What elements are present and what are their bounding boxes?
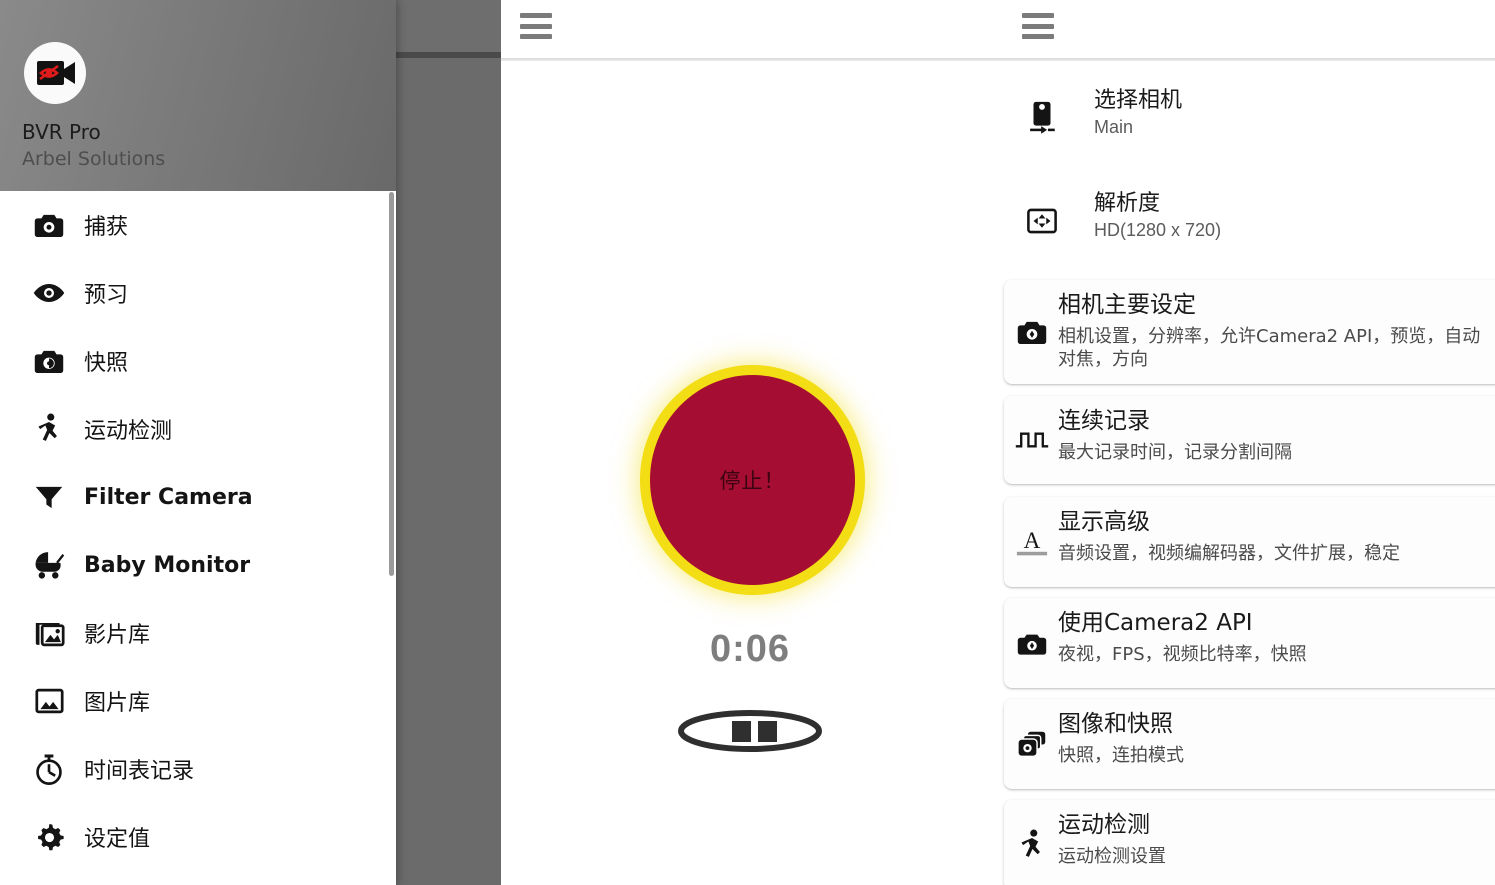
sidebar-item-filter-camera[interactable]: Filter Camera	[0, 463, 396, 531]
running-person-icon	[1014, 825, 1050, 865]
video-camera-no-eye-icon	[24, 42, 86, 104]
sidebar-item-motion-detection[interactable]: 运动检测	[0, 395, 396, 463]
record-pane: 停止！ 0:06	[500, 0, 1000, 885]
settings-pane: 选择相机 Main 解析度 HD(1280 x 720) 相机主要设定 相机设置…	[1000, 0, 1495, 885]
card-subtitle: 音频设置，视频编解码器，文件扩展，稳定	[1058, 543, 1400, 564]
settings-card-continuous-record[interactable]: 连续记录 最大记录时间，记录分割间隔	[1004, 396, 1495, 484]
settings-card-camera2-api[interactable]: 使用Camera2 API 夜视，FPS，视频比特率，快照	[1004, 598, 1495, 688]
card-title: 运动检测	[1058, 812, 1150, 838]
setting-value: HD(1280 x 720)	[1094, 220, 1222, 240]
stop-record-label: 停止！	[719, 469, 786, 493]
sidebar-item-label: 设定值	[84, 827, 151, 852]
drawer-menu-list: 捕获 预习 快照 运动检测 Filter Camera Baby Monitor…	[0, 191, 396, 871]
card-subtitle: 快照，连拍模式	[1058, 745, 1184, 766]
sidebar-item-label: Baby Monitor	[84, 552, 251, 578]
drawer-scrim-divider	[395, 52, 501, 58]
card-title: 显示高级	[1058, 509, 1150, 535]
camera-icon	[30, 206, 68, 244]
app-screen: 停止！ 0:06 选择相机 Main 解析度 HD(1280 x 720) 相机…	[0, 0, 1495, 885]
sidebar-item-label: 时间表记录	[84, 759, 195, 784]
card-subtitle: 夜视，FPS，视频比特率，快照	[1058, 644, 1307, 665]
resolution-icon	[1022, 199, 1062, 243]
sidebar-item-timetable-record[interactable]: 时间表记录	[0, 735, 396, 803]
card-title: 图像和快照	[1058, 711, 1173, 737]
settings-card-motion-detection[interactable]: 运动检测 运动检测设置	[1004, 800, 1495, 885]
setting-title: 解析度	[1094, 191, 1161, 216]
eye-icon	[30, 274, 68, 312]
record-area: 停止！ 0:06	[500, 0, 1000, 885]
select-camera-icon	[1022, 96, 1062, 140]
sidebar-item-label: 捕获	[84, 215, 129, 240]
card-title: 相机主要设定	[1058, 292, 1196, 318]
drawer-scrim-toolbar	[395, 0, 501, 52]
toolbar-divider	[1000, 58, 1495, 61]
sidebar-item-baby-monitor[interactable]: Baby Monitor	[0, 531, 396, 599]
sidebar-item-label: 快照	[84, 351, 129, 376]
sidebar-item-preview[interactable]: 预习	[0, 259, 396, 327]
stroller-icon	[30, 546, 68, 584]
sidebar-item-settings[interactable]: 设定值	[0, 803, 396, 871]
camera-settings-icon	[1014, 312, 1050, 352]
sidebar-item-photo-library[interactable]: 图片库	[0, 667, 396, 735]
svg-text:A: A	[1024, 527, 1041, 553]
card-subtitle: 相机设置，分辨率，允许Camera2 API，预览，自动对焦，方向	[1058, 326, 1481, 371]
navigation-drawer: BVR Pro Arbel Solutions 捕获 预习 快照 运动检测 Fi…	[0, 0, 396, 885]
photo-stack-icon	[1014, 724, 1050, 764]
running-person-icon	[30, 410, 68, 448]
letter-a-underline-icon: A	[1014, 522, 1050, 562]
snapshot-camera-icon	[30, 342, 68, 380]
stopwatch-icon	[30, 750, 68, 788]
gear-icon	[30, 818, 68, 856]
drawer-scrim[interactable]	[395, 0, 501, 885]
sidebar-item-snapshot[interactable]: 快照	[0, 327, 396, 395]
settings-card-images-snapshots[interactable]: 图像和快照 快照，连拍模式	[1004, 699, 1495, 789]
settings-card-camera-main[interactable]: 相机主要设定 相机设置，分辨率，允许Camera2 API，预览，自动对焦，方向	[1004, 280, 1495, 384]
settings-card-advanced-display[interactable]: A 显示高级 音频设置，视频编解码器，文件扩展，稳定	[1004, 497, 1495, 587]
setting-title: 选择相机	[1094, 88, 1183, 113]
card-subtitle: 最大记录时间，记录分割间隔	[1058, 442, 1292, 463]
sidebar-item-capture[interactable]: 捕获	[0, 191, 396, 259]
card-title: 连续记录	[1058, 408, 1150, 434]
sidebar-item-label: 运动检测	[84, 419, 173, 444]
hamburger-menu-icon[interactable]	[1022, 13, 1054, 39]
stop-record-button[interactable]: 停止！	[650, 375, 855, 585]
card-title: 使用Camera2 API	[1058, 610, 1253, 636]
record-timer: 0:06	[709, 628, 791, 670]
sidebar-item-video-library[interactable]: 影片库	[0, 599, 396, 667]
sidebar-item-label: 图片库	[84, 691, 151, 716]
app-name: BVR Pro	[22, 120, 101, 144]
sidebar-item-label: 预习	[84, 283, 129, 308]
video-library-icon	[30, 614, 68, 652]
pause-button-icon[interactable]	[678, 710, 823, 752]
camera-api-icon	[1014, 623, 1050, 663]
app-vendor: Arbel Solutions	[22, 148, 166, 170]
square-wave-icon	[1014, 420, 1050, 460]
photo-library-icon	[30, 682, 68, 720]
funnel-filter-icon	[30, 478, 68, 516]
setting-value: Main	[1094, 117, 1134, 137]
sidebar-item-label: 影片库	[84, 623, 151, 648]
sidebar-item-label: Filter Camera	[84, 484, 253, 510]
setting-row-select-camera[interactable]: 选择相机 Main	[1000, 72, 1495, 164]
setting-row-resolution[interactable]: 解析度 HD(1280 x 720)	[1000, 175, 1495, 267]
card-subtitle: 运动检测设置	[1058, 846, 1166, 867]
drawer-scrollbar[interactable]	[389, 192, 394, 576]
drawer-header: BVR Pro Arbel Solutions	[0, 0, 396, 191]
settings-pane-toolbar	[1000, 0, 1495, 52]
